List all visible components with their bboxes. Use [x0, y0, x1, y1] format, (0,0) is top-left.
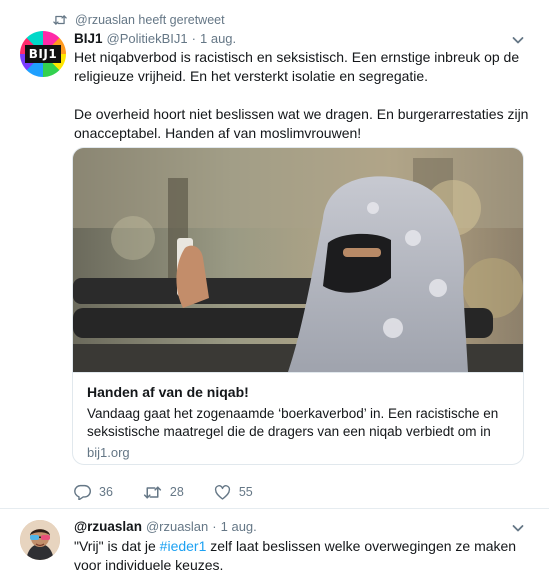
tweet-header: BIJ1 @PolitiekBIJ1 · 1 aug.	[74, 31, 236, 46]
heart-icon	[214, 484, 231, 500]
tweet-text: "Vrij" is dat je #ieder1 zelf laat besli…	[74, 537, 529, 575]
tweet-paragraph-1: Het niqabverbod is racistisch en seksist…	[74, 49, 520, 84]
avatar[interactable]	[20, 520, 60, 560]
reply-count: 36	[99, 485, 113, 499]
hashtag-link[interactable]: #ieder1	[160, 538, 207, 554]
chevron-down-icon[interactable]	[511, 521, 525, 535]
tweet-actions: 36 28 55	[74, 484, 283, 500]
tweet-date[interactable]: 1 aug.	[221, 519, 257, 534]
link-card[interactable]: Handen af van de niqab! Vandaag gaat het…	[72, 147, 524, 465]
author-handle[interactable]: @rzuaslan	[146, 519, 208, 534]
card-title: Handen af van de niqab!	[87, 384, 249, 400]
card-body: Handen af van de niqab! Vandaag gaat het…	[73, 372, 523, 464]
separator: ·	[212, 519, 217, 534]
avatar[interactable]: BIJ1	[20, 31, 66, 77]
tweet-text: Het niqabverbod is racistisch en seksist…	[74, 48, 529, 143]
like-count: 55	[238, 485, 253, 499]
author-name[interactable]: BIJ1	[74, 31, 103, 46]
divider	[0, 508, 549, 509]
separator: ·	[191, 31, 196, 46]
card-image	[73, 148, 523, 372]
retweet-button[interactable]: 28	[143, 485, 184, 500]
like-button[interactable]: 55	[214, 484, 253, 500]
tweet[interactable]: BIJ1 BIJ1 @PolitiekBIJ1 · 1 aug. Het niq…	[0, 0, 549, 508]
avatar-logo-text: BIJ1	[25, 45, 61, 63]
author-name[interactable]: @rzuaslan	[74, 519, 142, 534]
chevron-down-icon[interactable]	[511, 33, 525, 47]
retweet-count: 28	[169, 485, 184, 499]
author-handle[interactable]: @PolitiekBIJ1	[107, 31, 188, 46]
retweet-icon	[143, 485, 162, 500]
reply-button[interactable]: 36	[74, 484, 113, 500]
card-description: Vandaag gaat het zogenaamde ‘boerkaverbo…	[87, 406, 499, 439]
reply-icon	[74, 484, 91, 500]
tweet-text-before: "Vrij" is dat je	[74, 538, 160, 554]
tweet-paragraph-2: De overheid hoort niet beslissen wat we …	[74, 106, 529, 141]
card-domain: bij1.org	[87, 445, 130, 460]
tweet-header: @rzuaslan @rzuaslan · 1 aug.	[74, 519, 257, 534]
tweet-date[interactable]: 1 aug.	[200, 31, 236, 46]
